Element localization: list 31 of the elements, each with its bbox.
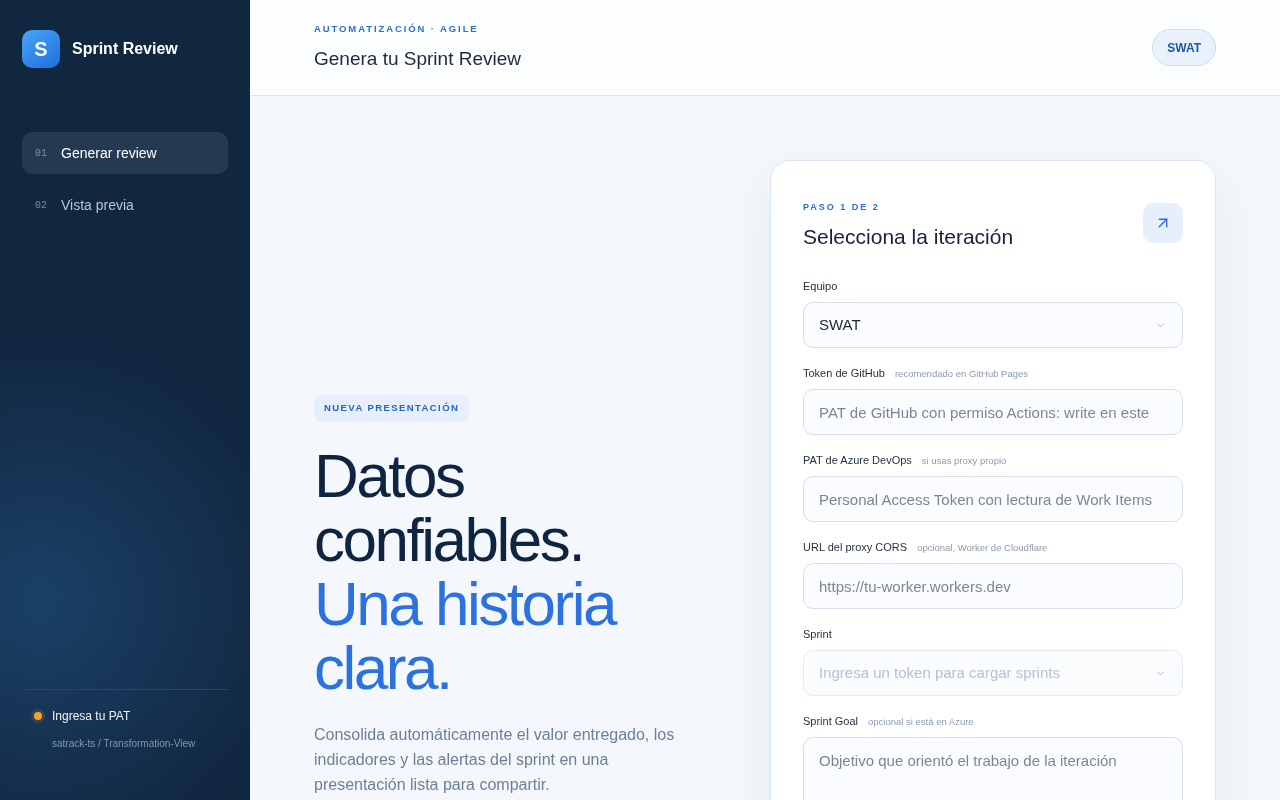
headline-accent: Una historia clara.: [314, 572, 617, 700]
field-hint: recomendado en GitHub Pages: [894, 367, 1029, 381]
field-hint: opcional si está en Azure: [868, 715, 974, 729]
headline: Datos confiables.: [314, 444, 585, 572]
nav-item[interactable]: 02 Vista previa: [22, 184, 228, 226]
field-label: PAT de Azure DevOps: [803, 453, 912, 468]
field-label: Token de GitHub: [803, 366, 885, 381]
hero-description: Consolida automáticamente el valor entregado, los indicadores y las alertas del sprint en una presentación lista para compartir.: [314, 725, 676, 795]
link-button[interactable]: [1143, 203, 1183, 243]
status-label: Ingresa tu PAT: [52, 708, 131, 725]
section-tag: NUEVA PRESENTACIÓN: [314, 395, 470, 422]
field-hint: opcional, Worker de Cloudflare: [917, 541, 1048, 555]
field-label: URL del proxy CORS: [803, 540, 908, 555]
app-title: Sprint Review: [72, 39, 178, 59]
logo-tile: S: [22, 30, 60, 68]
nav-item[interactable]: 01 Generar review: [22, 132, 228, 174]
card-title: Selecciona la iteración: [803, 224, 1014, 250]
step-label: PASO 1 DE 2: [803, 201, 881, 213]
page-title: Genera tu Sprint Review: [314, 46, 521, 71]
text-input[interactable]: https://tu-worker.workers.dev: [803, 563, 1183, 609]
field-label: Sprint Goal: [803, 714, 859, 729]
text-input[interactable]: PAT de GitHub con permiso Actions: write en este: [803, 389, 1183, 435]
text-input[interactable]: Personal Access Token con lectura de Work Items: [803, 476, 1183, 522]
repository-path: satrack-ts / Transformation-View: [52, 738, 196, 749]
goal-textarea[interactable]: Objetivo que orientó el trabajo de la iteración: [803, 737, 1183, 800]
field-hint: si usas proxy propio: [921, 454, 1007, 468]
select-field[interactable]: SWAT: [803, 302, 1183, 348]
header-eyebrow: AUTOMATIZACIÓN · AGILE: [314, 21, 480, 36]
team-badge: SWAT: [1152, 29, 1216, 66]
field-label: Sprint: [803, 627, 832, 642]
field-label: Equipo: [803, 279, 838, 294]
